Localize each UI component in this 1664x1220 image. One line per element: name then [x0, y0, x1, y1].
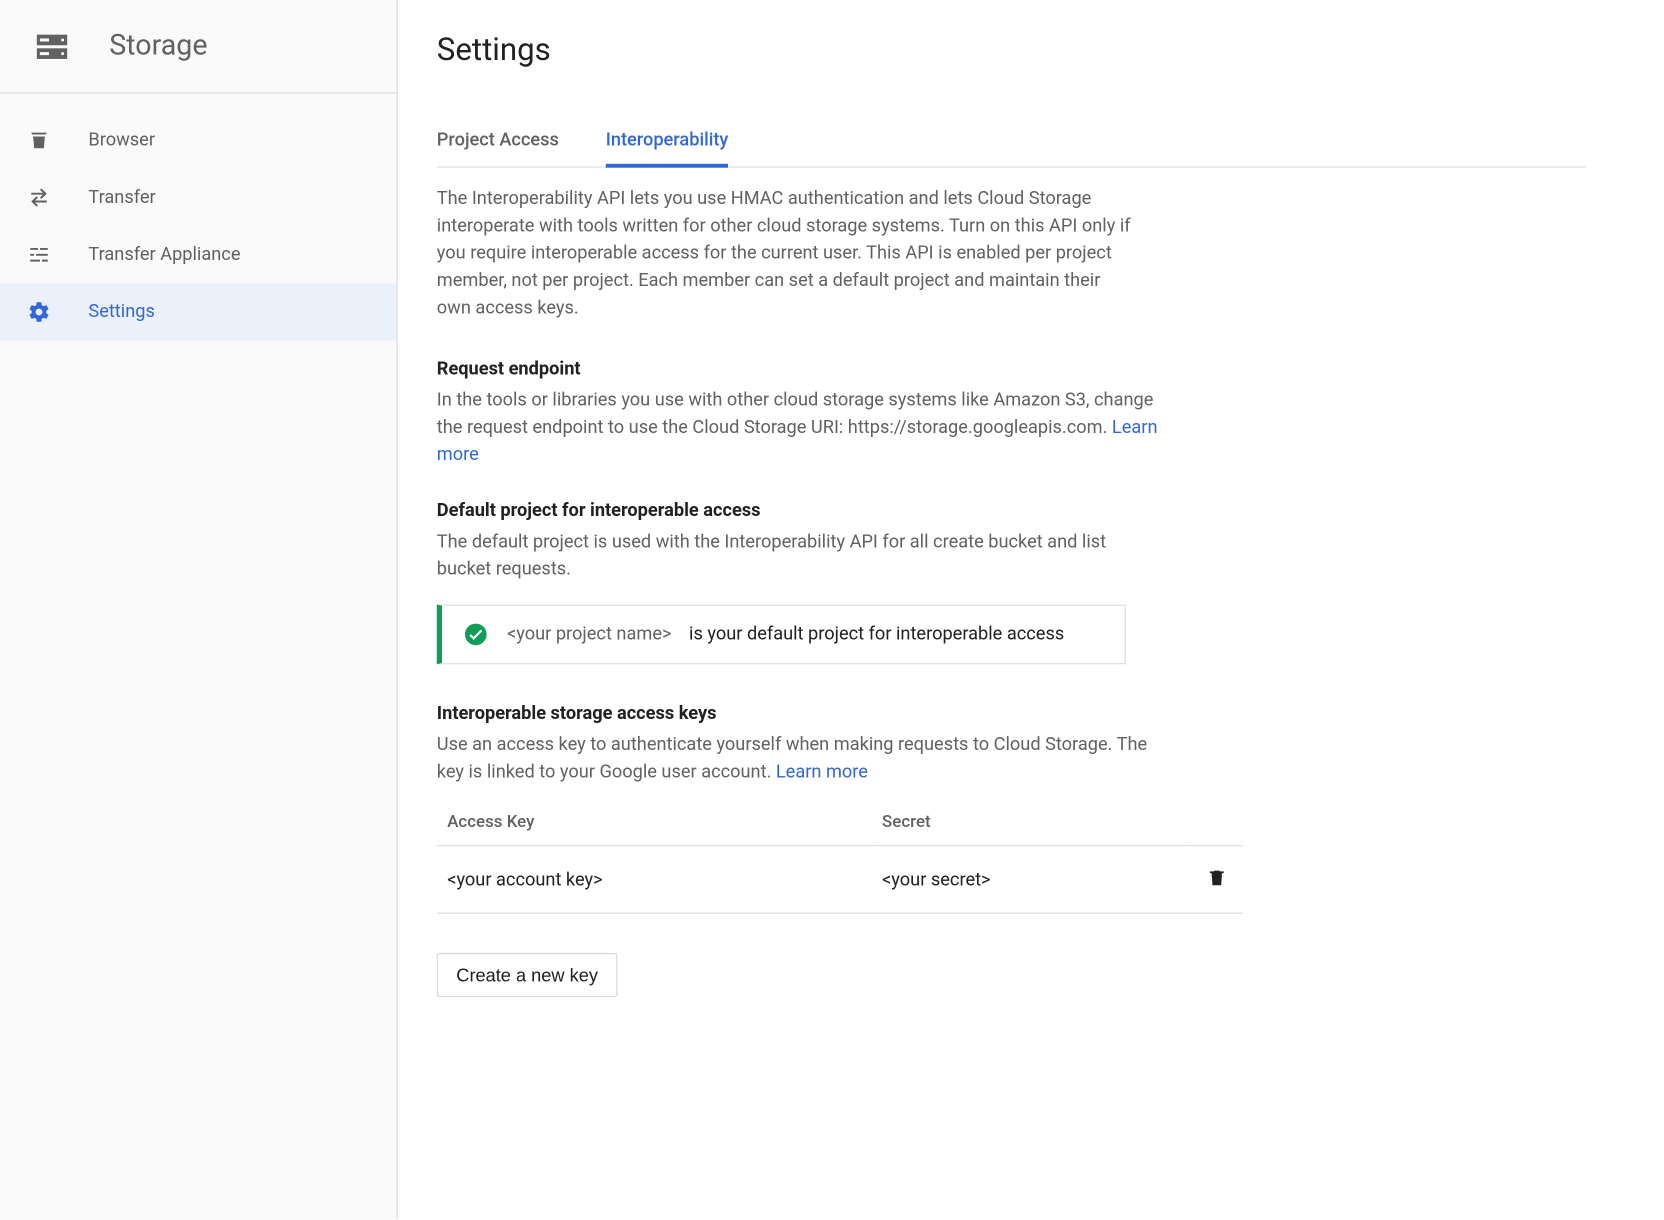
col-access-key: Access Key — [437, 800, 872, 846]
sidebar-item-transfer[interactable]: Transfer — [0, 169, 397, 226]
sidebar-item-label: Transfer — [88, 187, 155, 208]
keys-text: Use an access key to authenticate yourse… — [437, 732, 1165, 787]
keys-heading: Interoperable storage access keys — [437, 703, 1586, 724]
sidebar-header: Storage — [0, 0, 397, 94]
intro-text: The Interoperability API lets you use HM… — [437, 186, 1139, 323]
cell-secret: <your secret> — [872, 846, 1191, 914]
trash-icon — [1206, 872, 1227, 892]
banner-project-placeholder: <your project name> — [507, 624, 672, 645]
gear-icon — [26, 299, 52, 325]
keys-learn-more-link[interactable]: Learn more — [776, 762, 868, 783]
transfer-icon — [26, 185, 52, 211]
banner-message: is your default project for interoperabl… — [689, 624, 1064, 645]
access-keys-table: Access Key Secret <your account key> <yo… — [437, 800, 1243, 914]
tab-project-access[interactable]: Project Access — [437, 120, 559, 168]
bucket-icon — [26, 127, 52, 153]
nav-list: Browser Transfer Transfer Appliance Sett… — [0, 94, 397, 341]
banner-text: <your project name> is your default proj… — [507, 624, 1064, 645]
main-content: Settings Project Access Interoperability… — [398, 0, 1664, 1220]
cell-access-key: <your account key> — [437, 846, 872, 914]
create-key-button[interactable]: Create a new key — [437, 953, 618, 997]
sidebar-item-label: Transfer Appliance — [88, 244, 240, 265]
page-title: Settings — [437, 31, 1586, 67]
delete-key-button[interactable] — [1201, 862, 1232, 897]
endpoint-heading: Request endpoint — [437, 359, 1586, 380]
tab-interoperability[interactable]: Interoperability — [606, 120, 729, 168]
default-project-text: The default project is used with the Int… — [437, 529, 1165, 584]
sidebar-item-label: Browser — [88, 130, 155, 151]
default-project-banner: <your project name> is your default proj… — [437, 605, 1126, 665]
appliance-icon — [26, 242, 52, 268]
sidebar-item-browser[interactable]: Browser — [0, 112, 397, 169]
product-title: Storage — [109, 30, 207, 63]
endpoint-body: In the tools or libraries you use with o… — [437, 390, 1154, 438]
sidebar-item-transfer-appliance[interactable]: Transfer Appliance — [0, 226, 397, 283]
sidebar: Storage Browser Transfer Transfer Applia… — [0, 0, 398, 1220]
sidebar-item-label: Settings — [88, 302, 154, 323]
col-secret: Secret — [872, 800, 1191, 846]
table-row: <your account key> <your secret> — [437, 846, 1243, 914]
storage-product-icon — [26, 28, 78, 64]
check-circle-icon — [463, 621, 489, 647]
endpoint-text: In the tools or libraries you use with o… — [437, 387, 1165, 469]
default-project-heading: Default project for interoperable access — [437, 500, 1586, 521]
sidebar-item-settings[interactable]: Settings — [0, 283, 397, 340]
tabs: Project Access Interoperability — [437, 120, 1586, 168]
